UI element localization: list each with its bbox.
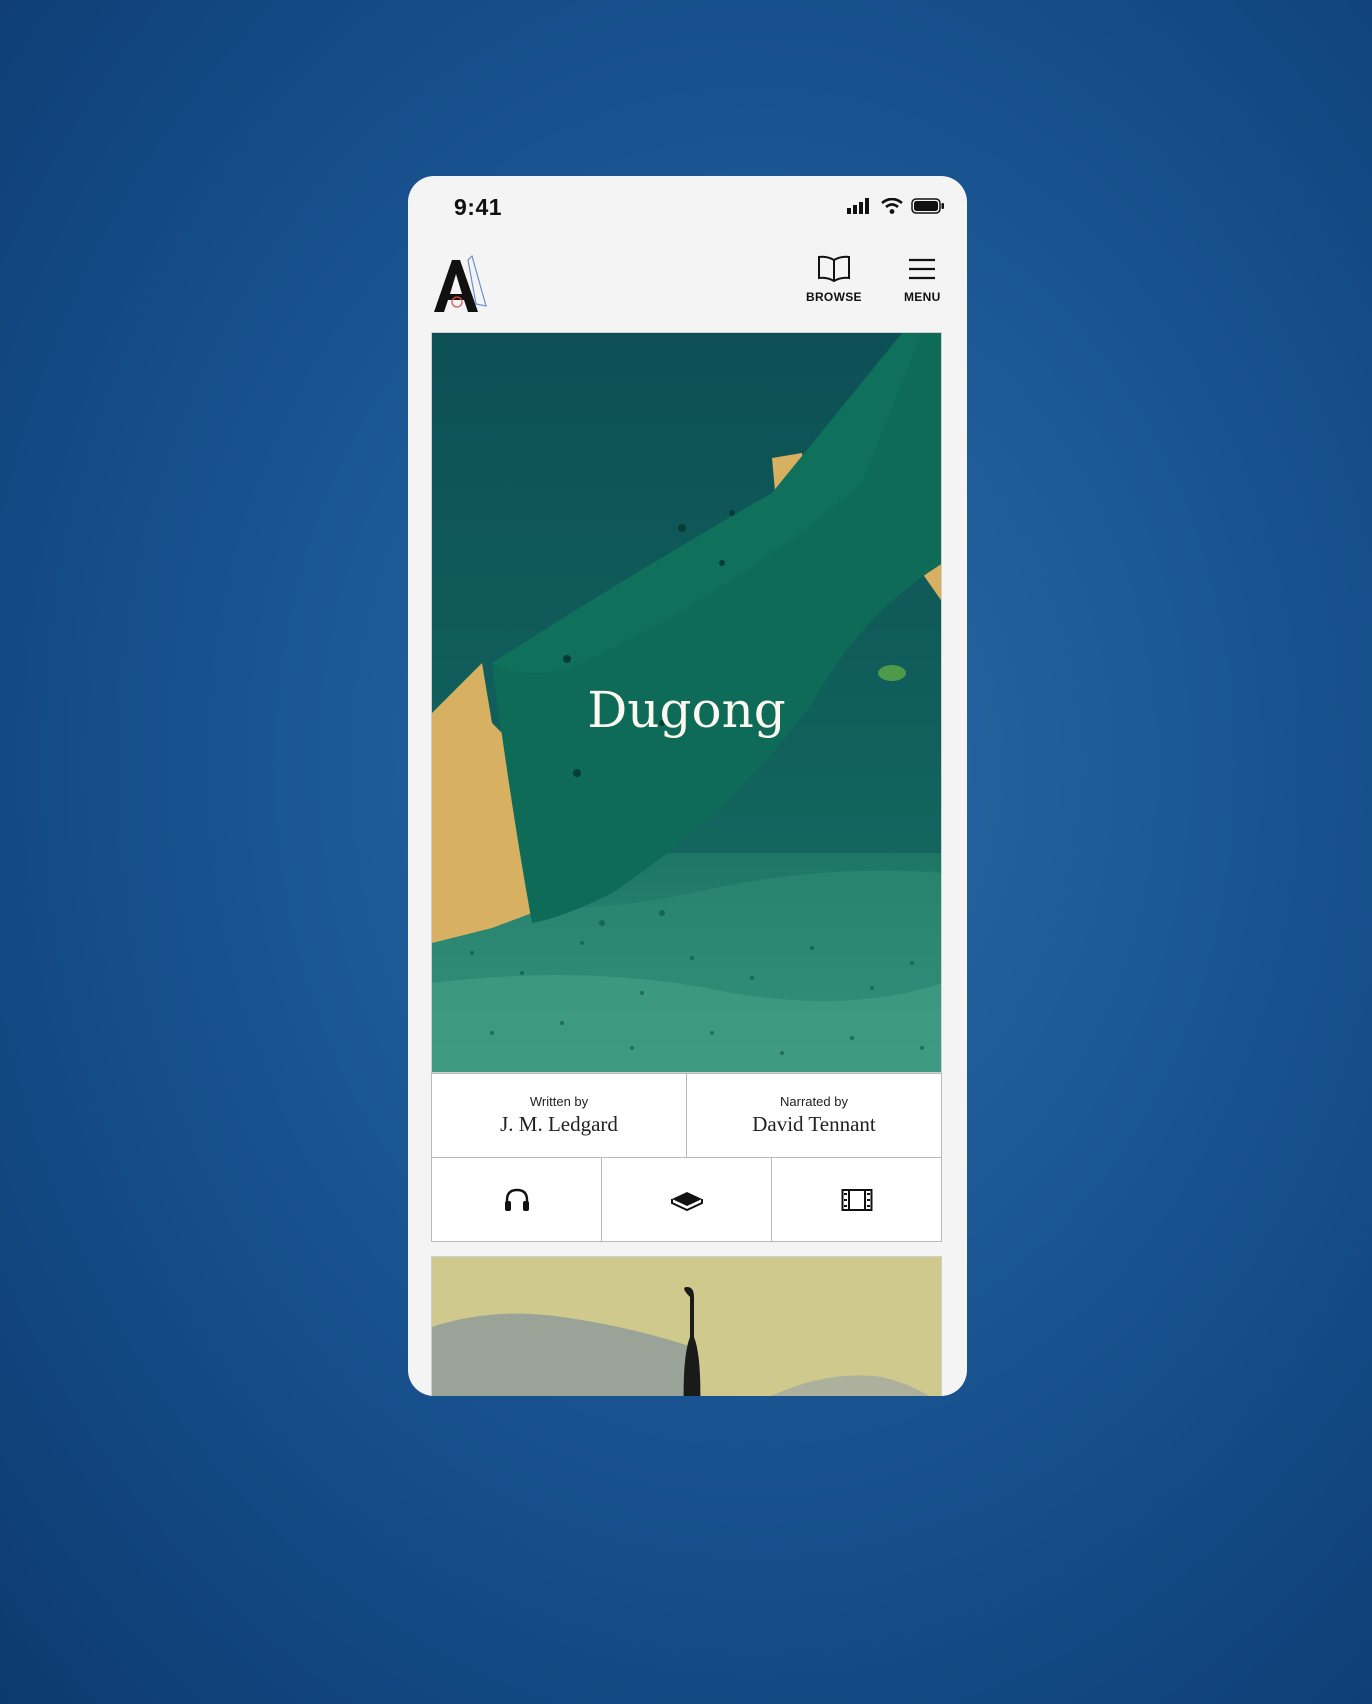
browse-label: BROWSE	[806, 290, 862, 304]
status-icons	[847, 198, 945, 214]
book-title: Dugong	[587, 681, 786, 739]
next-book-cover[interactable]	[431, 1256, 942, 1396]
book-credits: Written by J. M. Ledgard Narrated by Dav…	[431, 1073, 942, 1158]
ebook-button[interactable]	[601, 1158, 771, 1241]
narrated-by-label: Narrated by	[780, 1094, 848, 1109]
logo-icon[interactable]	[430, 252, 490, 316]
status-time: 9:41	[454, 194, 503, 220]
book-cover[interactable]: Dugong	[431, 332, 942, 1073]
film-button[interactable]	[771, 1158, 941, 1241]
book-icon	[670, 1191, 703, 1211]
open-book-icon	[817, 255, 850, 283]
top-nav: BROWSE MENU	[408, 238, 967, 326]
menu-label: MENU	[904, 290, 941, 304]
battery-icon	[911, 198, 944, 214]
headphones-icon	[504, 1188, 529, 1211]
next-cover-artwork	[432, 1257, 941, 1396]
film-icon	[841, 1188, 872, 1211]
wifi-icon	[881, 198, 903, 214]
written-by-label: Written by	[529, 1094, 589, 1109]
audiobook-button[interactable]	[432, 1158, 601, 1241]
status-bar: 9:41	[408, 176, 967, 238]
narrator-name[interactable]: David Tennant	[687, 1112, 941, 1137]
hamburger-icon	[909, 258, 936, 280]
menu-button[interactable]: MENU	[904, 254, 941, 304]
format-options	[431, 1157, 942, 1242]
narrator-credit: Narrated by David Tennant	[686, 1074, 941, 1157]
phone-screen: 9:41 BROWSE MENU Dugong Written by J. M.…	[408, 176, 967, 1396]
author-name[interactable]: J. M. Ledgard	[432, 1112, 686, 1137]
browse-button[interactable]: BROWSE	[806, 254, 862, 304]
signal-icon	[847, 198, 869, 214]
author-credit: Written by J. M. Ledgard	[432, 1074, 686, 1157]
